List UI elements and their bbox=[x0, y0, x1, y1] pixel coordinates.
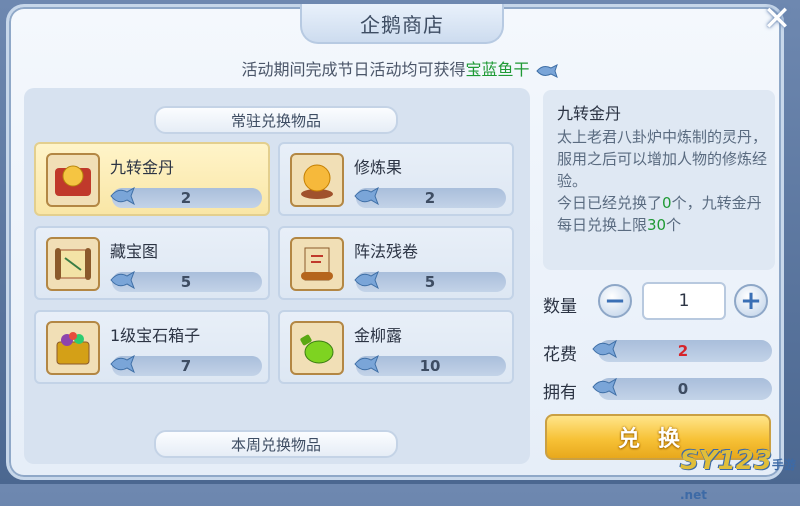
section-weekly: 本周兑换物品 bbox=[154, 430, 398, 458]
fish-icon bbox=[592, 339, 617, 359]
total-cost: 2 bbox=[677, 342, 689, 360]
detail-limit-suffix: 个 bbox=[666, 216, 682, 234]
fish-icon bbox=[354, 354, 379, 374]
close-button[interactable]: ✕ bbox=[758, 0, 796, 39]
cost-label: 花费 bbox=[543, 345, 577, 365]
event-notice: 活动期间完成节日活动均可获得宝蓝鱼干 bbox=[0, 56, 800, 80]
quantity-field[interactable]: 1 bbox=[642, 282, 726, 320]
item-name: 九转金丹 bbox=[110, 158, 175, 177]
fish-icon bbox=[535, 63, 558, 78]
scroll-icon bbox=[290, 237, 344, 291]
fish-icon bbox=[110, 186, 135, 206]
detail-desc-text: 太上老君八卦炉中炼制的灵丹，服用之后可以增加人物的修炼经验。 bbox=[557, 128, 768, 190]
item-card[interactable]: 1级宝石箱子 7 bbox=[34, 310, 270, 384]
detail-exchanged-prefix: 今日已经兑换了 bbox=[557, 194, 663, 212]
item-cost: 2 bbox=[180, 189, 192, 207]
item-detail-panel: 九转金丹 太上老君八卦炉中炼制的灵丹，服用之后可以增加人物的修炼经验。 今日已经… bbox=[543, 90, 775, 270]
notice-highlight: 宝蓝鱼干 bbox=[465, 60, 530, 79]
treasure-map-icon bbox=[46, 237, 100, 291]
section-permanent: 常驻兑换物品 bbox=[154, 106, 398, 134]
detail-description: 太上老君八卦炉中炼制的灵丹，服用之后可以增加人物的修炼经验。 今日已经兑换了0 个… bbox=[557, 126, 767, 236]
item-card[interactable]: 金柳露 10 bbox=[278, 310, 514, 384]
fish-icon bbox=[110, 354, 135, 374]
item-card[interactable]: 藏宝图 5 bbox=[34, 226, 270, 300]
golden-pill-icon bbox=[46, 153, 100, 207]
window-title: 企鹅商店 bbox=[300, 4, 504, 44]
quantity-label: 数量 bbox=[543, 297, 577, 317]
detail-exchanged-count: 0 bbox=[662, 194, 672, 212]
fish-icon bbox=[592, 377, 617, 397]
item-card[interactable]: 九转金丹 2 bbox=[34, 142, 270, 216]
golden-fruit-icon bbox=[290, 153, 344, 207]
detail-title: 九转金丹 bbox=[557, 104, 622, 123]
owned-label: 拥有 bbox=[543, 383, 577, 403]
notice-text: 活动期间完成节日活动均可获得 bbox=[241, 60, 466, 79]
increase-quantity-button[interactable]: + bbox=[734, 284, 768, 318]
fish-icon bbox=[354, 186, 379, 206]
potion-icon bbox=[290, 321, 344, 375]
watermark-logo: SY123手游 .net bbox=[680, 446, 800, 506]
item-name: 金柳露 bbox=[354, 326, 403, 345]
watermark-text: SY123 bbox=[680, 446, 772, 476]
item-card[interactable]: 阵法残卷 5 bbox=[278, 226, 514, 300]
item-card[interactable]: 修炼果 2 bbox=[278, 142, 514, 216]
item-name: 阵法残卷 bbox=[354, 242, 419, 261]
fish-icon bbox=[110, 270, 135, 290]
item-name: 1级宝石箱子 bbox=[110, 326, 201, 345]
fish-icon bbox=[354, 270, 379, 290]
item-cost: 7 bbox=[180, 357, 192, 375]
item-cost: 2 bbox=[424, 189, 436, 207]
detail-daily-limit: 30 bbox=[647, 216, 667, 234]
item-name: 修炼果 bbox=[354, 158, 403, 177]
item-cost: 5 bbox=[424, 273, 436, 291]
gem-chest-icon bbox=[46, 321, 100, 375]
item-cost: 10 bbox=[419, 357, 441, 375]
owned-count: 0 bbox=[677, 380, 689, 398]
item-cost: 5 bbox=[180, 273, 192, 291]
item-list-area[interactable]: 常驻兑换物品 九转金丹 2 修炼果 2 藏宝图 5 阵法残卷 5 1级宝石箱子 … bbox=[24, 88, 530, 464]
decrease-quantity-button[interactable]: − bbox=[598, 284, 632, 318]
item-name: 藏宝图 bbox=[110, 242, 159, 261]
